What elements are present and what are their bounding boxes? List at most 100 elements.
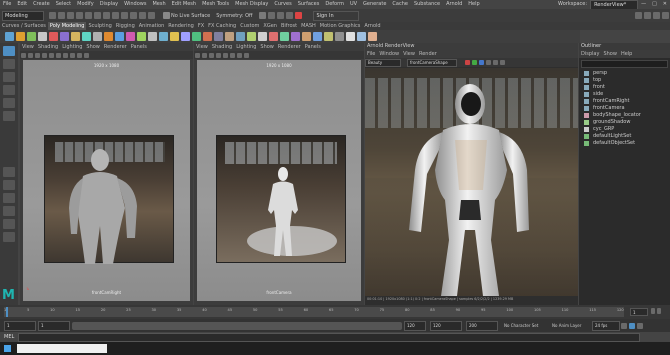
layout-presets-icon[interactable] xyxy=(3,232,15,242)
shelf-tool-icon[interactable] xyxy=(170,32,179,41)
outliner-item[interactable]: side xyxy=(579,91,670,98)
shelf-tool-icon[interactable] xyxy=(368,32,377,41)
snap-point-icon[interactable] xyxy=(139,12,146,19)
side-by-side-view-icon[interactable] xyxy=(3,193,15,203)
outliner-item[interactable]: defaultLightSet xyxy=(579,133,670,140)
menu-show[interactable]: Show xyxy=(601,50,619,58)
viewport-middle-canvas[interactable]: 1920 x 1080 frontCamera xyxy=(197,60,361,301)
outliner-item[interactable]: frontCamRight xyxy=(579,98,670,105)
play-back-icon[interactable] xyxy=(651,308,655,314)
menu-select[interactable]: Select xyxy=(53,0,74,9)
live-surface[interactable]: No Live Surface xyxy=(162,12,210,19)
sign-in-button[interactable]: Sign In xyxy=(313,10,360,21)
range-bar[interactable] xyxy=(72,321,402,330)
shelf-tab-mash[interactable]: MASH xyxy=(299,22,318,30)
shelf-tool-icon[interactable] xyxy=(137,32,146,41)
textured-icon[interactable] xyxy=(63,52,68,58)
new-scene-icon[interactable] xyxy=(49,12,56,19)
select-by-object-icon[interactable] xyxy=(103,12,110,19)
menu-mesh-display[interactable]: Mesh Display xyxy=(232,0,271,9)
shelf-tool-icon[interactable] xyxy=(181,32,190,41)
window-maximize-icon[interactable]: □ xyxy=(649,0,660,9)
paint-select-tool-icon[interactable] xyxy=(3,72,15,82)
max-frame-field[interactable]: 200 xyxy=(466,320,498,331)
render-current-frame-icon[interactable] xyxy=(259,12,267,19)
shelf-tool-icon[interactable] xyxy=(93,32,102,41)
shelf-tool-icon[interactable] xyxy=(71,32,80,41)
hypershade-icon[interactable] xyxy=(286,12,294,19)
shelf-tool-icon[interactable] xyxy=(280,32,289,41)
image-plane-icon[interactable] xyxy=(35,52,40,58)
outliner-search-field[interactable] xyxy=(581,60,668,68)
outliner-item[interactable]: bodyShape_locator xyxy=(579,112,670,119)
shelf-tool-icon[interactable] xyxy=(126,32,135,41)
snapshot-icon[interactable] xyxy=(500,60,505,65)
menu-arnold[interactable]: Arnold xyxy=(443,0,465,9)
ipr-render-icon[interactable] xyxy=(268,12,276,19)
menu-panels[interactable]: Panels xyxy=(129,43,149,51)
shelf-tab-motion-graphics[interactable]: Motion Graphics xyxy=(318,22,363,30)
shelf-tool-icon[interactable] xyxy=(324,32,333,41)
menu-renderer[interactable]: Renderer xyxy=(276,43,303,51)
play-forward-icon[interactable] xyxy=(657,308,661,314)
save-scene-icon[interactable] xyxy=(67,12,74,19)
shelf-tool-icon[interactable] xyxy=(60,32,69,41)
menu-help[interactable]: Help xyxy=(465,0,482,9)
anim-prefs-icon[interactable] xyxy=(637,322,643,329)
menu-curves[interactable]: Curves xyxy=(271,0,294,9)
persp-graph-view-icon[interactable] xyxy=(3,219,15,229)
shelf-tool-icon[interactable] xyxy=(269,32,278,41)
rotate-tool-icon[interactable] xyxy=(3,98,15,108)
shelf-tab-animation[interactable]: Animation xyxy=(137,22,167,30)
toggle-modeling-toolkit-icon[interactable] xyxy=(635,12,642,19)
shelf-tool-icon[interactable] xyxy=(291,32,300,41)
render-stop-icon[interactable] xyxy=(493,60,498,65)
menu-view[interactable]: View xyxy=(20,43,36,51)
shelf-tool-icon[interactable] xyxy=(247,32,256,41)
menu-edit[interactable]: Edit xyxy=(14,0,30,9)
outliner-item[interactable]: front xyxy=(579,84,670,91)
render-settings-icon[interactable] xyxy=(277,12,285,19)
snap-surface-icon[interactable] xyxy=(148,12,155,19)
select-by-hierarchy-icon[interactable] xyxy=(94,12,101,19)
shelf-tab-bifrost[interactable]: Bifrost xyxy=(279,22,299,30)
menu-surfaces[interactable]: Surfaces xyxy=(295,0,323,9)
menu-mesh[interactable]: Mesh xyxy=(149,0,168,9)
undo-icon[interactable] xyxy=(76,12,83,19)
menu-shading[interactable]: Shading xyxy=(210,43,234,51)
shelf-tool-icon[interactable] xyxy=(335,32,344,41)
end-frame-field[interactable]: 120 xyxy=(430,320,462,331)
lasso-tool-icon[interactable] xyxy=(3,59,15,69)
shelf-tab-fx[interactable]: FX xyxy=(196,22,206,30)
shelf-tab-rigging[interactable]: Rigging xyxy=(114,22,137,30)
start-frame-field[interactable]: 1 xyxy=(4,320,36,331)
menu-window[interactable]: Window xyxy=(377,50,401,58)
toggle-attribute-editor-icon[interactable] xyxy=(644,12,651,19)
symmetry-menu[interactable]: Symmetry: Off xyxy=(216,13,252,19)
time-slider[interactable]: 1 5 10 15 20 25 30 35 40 45 50 55 60 65 70 75 80 85 90 95 10… xyxy=(0,305,670,319)
menu-renderer[interactable]: Renderer xyxy=(102,43,129,51)
render-camera-select[interactable]: frontCameraShape xyxy=(407,58,457,67)
menu-help[interactable]: Help xyxy=(619,50,634,58)
open-scene-icon[interactable] xyxy=(58,12,65,19)
shadows-icon[interactable] xyxy=(77,52,82,58)
smooth-shade-icon[interactable] xyxy=(56,52,61,58)
outliner-item[interactable]: persp xyxy=(579,70,670,77)
outliner-item[interactable]: top xyxy=(579,77,670,84)
persp-outliner-view-icon[interactable] xyxy=(3,206,15,216)
range-start-field[interactable]: 1 xyxy=(38,320,70,331)
shelf-tool-icon[interactable] xyxy=(192,32,201,41)
outliner-item[interactable]: cyc_GRP xyxy=(579,126,670,133)
shelf-tool-icon[interactable] xyxy=(27,32,36,41)
loop-icon[interactable] xyxy=(621,322,627,329)
snap-curve-icon[interactable] xyxy=(130,12,137,19)
menu-show[interactable]: Show xyxy=(84,43,102,51)
shelf-tab-poly-modeling[interactable]: Poly Modeling xyxy=(47,22,87,30)
auto-key-icon[interactable] xyxy=(629,322,635,329)
shelf-tool-icon[interactable] xyxy=(357,32,366,41)
wireframe-icon[interactable] xyxy=(223,52,228,58)
shelf-tool-icon[interactable] xyxy=(82,32,91,41)
outliner-item[interactable]: defaultObjectSet xyxy=(579,140,670,147)
render-start-icon[interactable] xyxy=(486,60,491,65)
camera-attributes-icon[interactable] xyxy=(21,52,26,58)
